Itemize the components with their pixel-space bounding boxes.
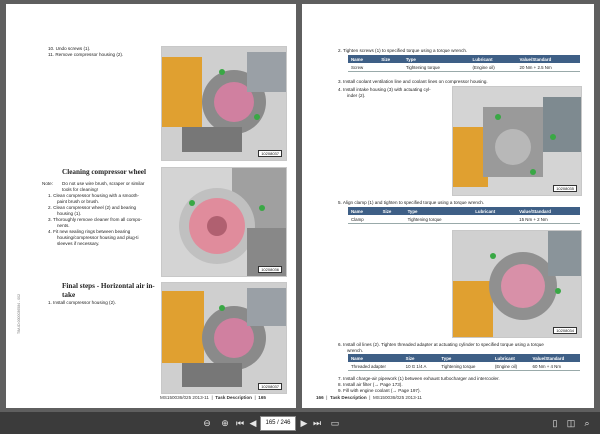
- viewer-toolbar: ⊖ ⊕ ⏮ ◀ 165 / 246 ▶ ⏭ ▭ ▯ ◫ ⌕: [0, 412, 600, 434]
- table-row: Screw Tightening torque (Engine oil) 20 Nm …: [348, 63, 580, 72]
- step-4: 4. Install intake housing (3) with actua…: [338, 87, 431, 92]
- torque-table-2: Name Size Type Lubricant Value/Standard Clam…: [348, 207, 580, 224]
- clean-step: 4. Fit new sealing rings between bearing: [48, 229, 131, 234]
- figure-turbo-housing: 10208037: [161, 46, 287, 161]
- step-2: 2. Tighten screws (1) to specified torqu…: [338, 48, 468, 53]
- table-header-row: Name Size Type Lubricant Value/Standard: [348, 207, 580, 215]
- figure-id: 10208035: [553, 185, 577, 192]
- step-5: 5. Align clamp (1) and tighten to specif…: [338, 200, 485, 205]
- zoom-in-icon[interactable]: ⊕: [218, 416, 232, 430]
- clean-step: housing/compressor housing and plug-ti: [57, 235, 139, 240]
- turbo-illustration: [162, 47, 286, 160]
- figure-id: 10208037: [258, 383, 282, 390]
- step-8: 8. Install air filter (→ Page 173).: [338, 382, 403, 387]
- left-footer: MS150036/025 2013-11 | Task Description …: [160, 395, 266, 400]
- zoom-out-icon[interactable]: ⊖: [200, 416, 214, 430]
- clean-step: 2. Clean compressor wheel (2) and bearin…: [48, 205, 137, 210]
- torque-table-1: Name Size Type Lubricant Value/Standard Scre…: [348, 55, 580, 72]
- fit-page-icon[interactable]: ▭: [328, 416, 342, 430]
- step-7: 7. Install charge-air pipework (1) betwe…: [338, 376, 500, 381]
- note-line-1: Do not use wire brush, scraper or simila…: [62, 181, 145, 186]
- section-title-cleaning: Cleaning compressor wheel: [62, 168, 146, 176]
- step-6-cont: wrench.: [347, 348, 364, 353]
- prev-page-icon[interactable]: ◀: [247, 416, 259, 430]
- next-page-icon[interactable]: ▶: [298, 416, 310, 430]
- step-6: 6. Install oil lines (2). Tighten thread…: [338, 342, 544, 347]
- clean-step: 1. Clean compressor housing with a smoot…: [48, 193, 139, 198]
- single-page-icon[interactable]: ▯: [548, 416, 562, 430]
- note-line-2: tools for cleaning!: [62, 187, 99, 192]
- intake-housing-illustration: [453, 87, 581, 195]
- final-step-1: 1. Install compressor housing (2).: [48, 300, 116, 305]
- figure-intake-housing: 10208035: [452, 86, 582, 196]
- clamp-illustration: [453, 231, 581, 337]
- clean-step: housing (1).: [57, 211, 82, 216]
- table-header-row: Name Size Type Lubricant Value/Standard: [348, 55, 580, 63]
- two-page-icon[interactable]: ◫: [564, 416, 578, 430]
- clean-step: 3. Thoroughly remove cleaner from all co…: [48, 217, 142, 222]
- right-page: 2. Tighten screws (1) to specified torqu…: [302, 4, 594, 408]
- step-3: 3. Install coolant ventilation line and …: [338, 79, 488, 84]
- first-page-icon[interactable]: ⏮: [234, 416, 246, 430]
- figure-compressor-wheel: 10208036: [161, 167, 287, 277]
- section-title-final-2: take: [62, 291, 76, 299]
- install-housing-illustration: [162, 283, 286, 393]
- figure-id: 10208036: [258, 266, 282, 273]
- step-9: 9. Fill with engine coolant (→ Page 197)…: [338, 388, 421, 393]
- step-11: 11. Remove compressor housing (2).: [48, 52, 124, 57]
- clean-step: paint brush or brush.: [57, 199, 100, 204]
- figure-id: 10208034: [553, 327, 577, 334]
- note-label: Note:: [42, 181, 53, 186]
- table-row: Clamp Tightening torque 15 Nm + 2 Nm: [348, 215, 580, 224]
- compressor-wheel-illustration: [162, 168, 286, 276]
- clean-step: nents.: [57, 223, 70, 228]
- step-4-cont: inder (2).: [347, 93, 366, 98]
- figure-install-housing: 10208037: [161, 282, 287, 394]
- magnifier-icon[interactable]: ⌕: [580, 416, 594, 430]
- left-page: 10. Undo screws (1). 11. Remove compress…: [6, 4, 296, 408]
- last-page-icon[interactable]: ⏭: [311, 416, 323, 430]
- right-footer: 166 | Task Description | MS150036/025 20…: [316, 395, 422, 400]
- section-title-final: Final steps - Horizontal air in-: [62, 282, 155, 290]
- table-header-row: Name Size Type Lubricant Value/Standard: [348, 354, 580, 362]
- page-number-input[interactable]: 165 / 246: [260, 416, 296, 431]
- vertical-doc-code: TIM-ID:0000036584 - 002: [17, 293, 21, 334]
- step-10: 10. Undo screws (1).: [48, 46, 91, 51]
- figure-clamp: 10208034: [452, 230, 582, 338]
- clean-step: sleeves if necessary.: [57, 241, 100, 246]
- figure-id: 10208037: [258, 150, 282, 157]
- torque-table-3: Name Size Type Lubricant Value/Standard Thre…: [348, 354, 580, 371]
- table-row: Threaded adapter 10 G 1/4 A Tightening tor…: [348, 362, 580, 371]
